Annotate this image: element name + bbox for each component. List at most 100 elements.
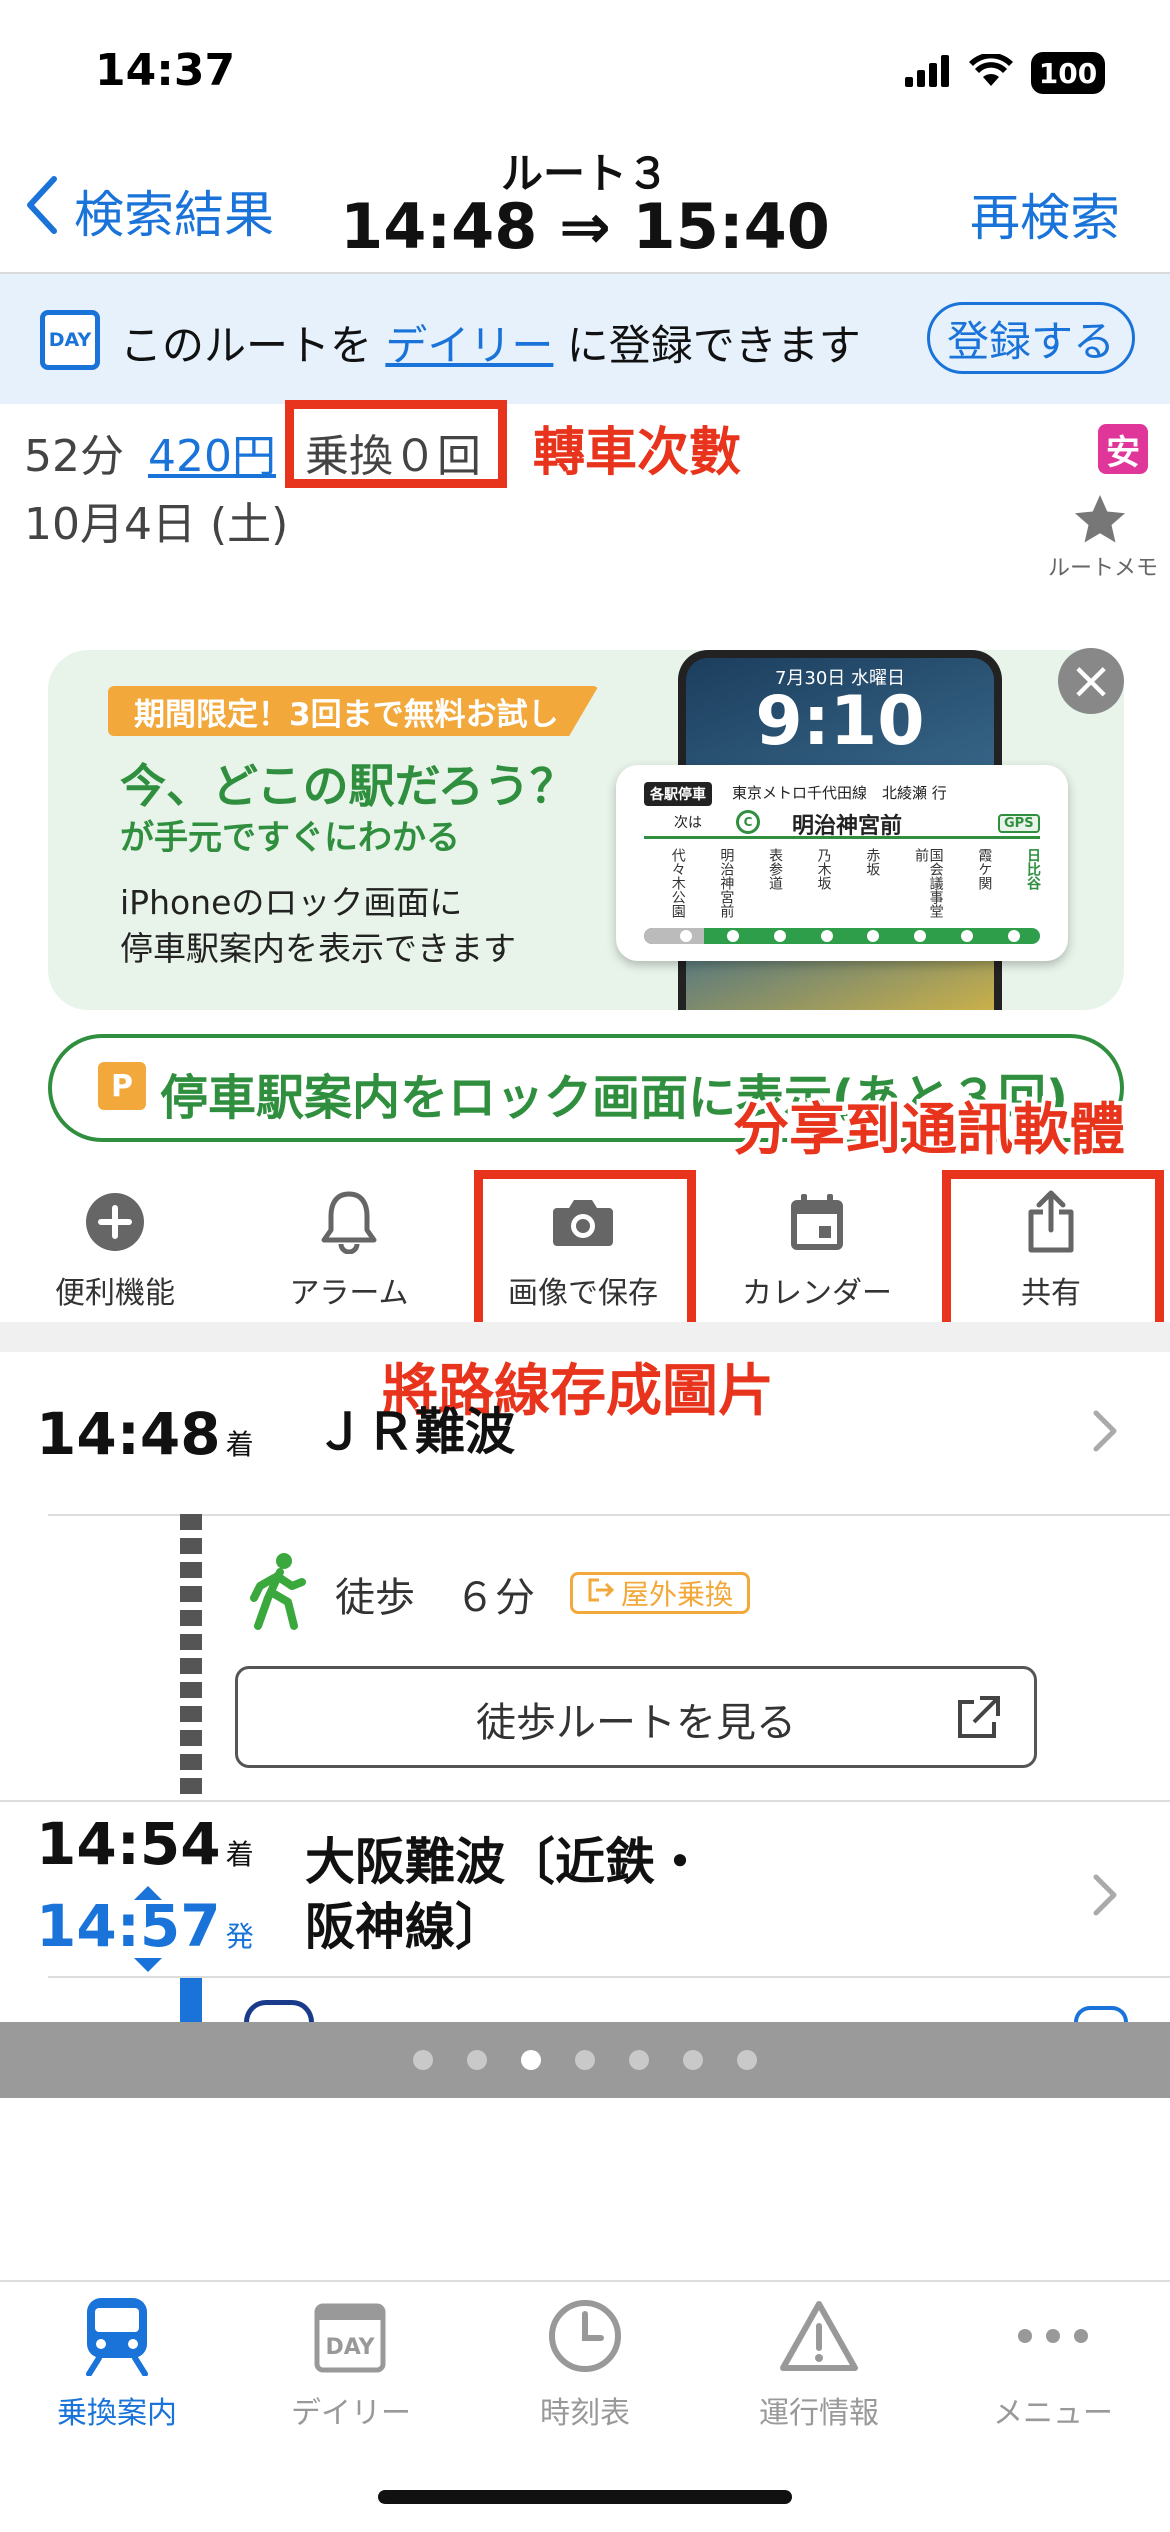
page-indicator (0, 2022, 1170, 2098)
page-dot[interactable] (683, 2050, 703, 2070)
action-label: アラーム (289, 1276, 409, 1311)
tab-label: 時刻表 (540, 2396, 630, 2431)
external-link-icon (954, 1694, 1002, 1746)
plus-circle-icon (83, 1190, 147, 1254)
walk-duration: 徒歩 ６分 (335, 1575, 535, 1621)
promo-tag: 期間限定！3回まで無料お試し (108, 686, 599, 736)
tab-service-info[interactable]: 運行情報 (702, 2296, 936, 2436)
walk-route-button-label: 徒歩ルートを見る (476, 1700, 796, 1746)
card-stop: 表参道 (767, 848, 783, 890)
clock-icon (545, 2296, 625, 2376)
route-stop-second[interactable]: 14:54 着 14:57 発 大阪難波〔近鉄・ 阪神線〕 (0, 1806, 1170, 1972)
back-label: 検索結果 (74, 186, 274, 244)
card-stop: 代々木公園 (669, 848, 686, 918)
research-button[interactable]: 再検索 (970, 178, 1120, 250)
card-gps: GPS (998, 814, 1040, 833)
alarm-button[interactable]: アラーム (234, 1190, 464, 1320)
departure-suffix: 発 (225, 1920, 254, 1953)
route-memo-label: ルートメモ (1048, 556, 1159, 581)
arrival-time: 14:54 (36, 1810, 221, 1878)
page-dot[interactable] (629, 2050, 649, 2070)
card-track-dots (680, 930, 1020, 942)
tab-transfer[interactable]: 乗換案内 (0, 2296, 234, 2436)
train-icon (77, 2296, 157, 2376)
calendar-button[interactable]: カレンダー (702, 1190, 932, 1320)
card-stops: 代々木公園 明治神宮前 表参道 乃木坂 赤坂 国会議事堂前 霞ケ関 日比谷 (669, 848, 1041, 918)
convenience-button[interactable]: 便利機能 (0, 1190, 230, 1320)
train-line-bar (180, 1978, 202, 2024)
route-fare-link[interactable]: 420円 (148, 420, 276, 484)
card-stop: 明治神宮前 (718, 848, 735, 918)
battery-icon: 100 (1031, 52, 1105, 94)
route-times: 14:48 ⇒ 15:40 (340, 190, 830, 263)
home-indicator (378, 2490, 792, 2504)
card-next-label: 次は (674, 815, 702, 831)
tab-timetable[interactable]: 時刻表 (468, 2296, 702, 2436)
walk-path-line (180, 1514, 202, 1794)
outdoor-transfer-badge: 屋外乗換 (570, 1572, 751, 1614)
safe-badge[interactable]: 安 (1098, 424, 1148, 474)
card-stop: 日比谷 (1024, 848, 1041, 890)
route-divider (48, 1976, 1170, 1978)
more-icon (1013, 2296, 1093, 2376)
station-name: ＪＲ難波 (315, 1403, 515, 1461)
page-dot[interactable] (575, 2050, 595, 2070)
route-divider (48, 1514, 1170, 1516)
register-button[interactable]: 登録する (927, 302, 1135, 374)
action-label: カレンダー (742, 1276, 892, 1311)
warning-icon (779, 2296, 859, 2376)
page-dot-active[interactable] (521, 2050, 541, 2070)
promo-headline: 今、どこの駅だろう？ (120, 759, 576, 813)
track-dot (773, 930, 786, 942)
route-duration: 52分 (24, 431, 124, 482)
tab-label: 運行情報 (759, 2396, 879, 2431)
back-button[interactable]: 検索結果 (24, 175, 274, 247)
tab-menu[interactable]: メニュー (936, 2296, 1170, 2436)
day-icon: DAY (40, 310, 100, 370)
time-adjust-icon[interactable] (130, 1884, 166, 1978)
tab-label: デイリー (291, 2396, 411, 2431)
next-circle-partial (1074, 2006, 1128, 2022)
annotation-share-text: 分享到通訊軟體 (729, 1094, 1129, 1167)
chevron-right-icon (1092, 1406, 1120, 1466)
signal-icon (905, 55, 951, 91)
tab-label: メニュー (993, 2396, 1113, 2431)
page-dot[interactable] (737, 2050, 757, 2070)
calendar-icon (785, 1190, 849, 1254)
parking-icon: P (98, 1062, 146, 1110)
daily-banner-text: このルートを デイリー に登録できます (120, 321, 861, 370)
phone-clock: 9:10 (755, 682, 925, 761)
annotation-share-box (942, 1170, 1164, 1334)
tab-label: 乗換案内 (57, 2396, 177, 2431)
star-icon[interactable] (1070, 490, 1130, 550)
daily-link[interactable]: デイリー (385, 321, 553, 370)
tab-daily[interactable]: DAY デイリー (234, 2296, 468, 2436)
annotation-transfers-box (285, 400, 507, 488)
chevron-left-icon (24, 175, 60, 247)
track-dot (867, 930, 880, 942)
close-icon[interactable]: × (1058, 648, 1124, 714)
line-symbol-icon: C (736, 810, 760, 834)
page-dot[interactable] (413, 2050, 433, 2070)
chevron-right-icon (1092, 1870, 1120, 1930)
route-stop-first[interactable]: 14:48 着 ＪＲ難波 (0, 1390, 1170, 1510)
annotation-transfers-text: 轉車次數 (533, 423, 742, 483)
card-divider (644, 836, 1040, 839)
card-stop: 霞ケ関 (976, 848, 993, 890)
annotation-save-image-box (474, 1170, 696, 1334)
card-stop: 乃木坂 (815, 848, 832, 890)
exit-icon (587, 1577, 615, 1610)
page-dot[interactable] (467, 2050, 487, 2070)
status-icons: 100 (905, 48, 1125, 98)
card-stop: 赤坂 (864, 848, 881, 876)
card-line: 東京メトロ千代田線 北綾瀬 行 (732, 784, 947, 802)
track-dot (914, 930, 927, 942)
card-train-type: 各駅停車 (644, 782, 712, 806)
track-dot (680, 930, 692, 942)
track-dot (1007, 930, 1020, 942)
track-dot (961, 930, 974, 942)
station-name: 大阪難波〔近鉄・ 阪神線〕 (305, 1833, 705, 1956)
arrival-time: 14:48 (36, 1400, 221, 1468)
wifi-icon (969, 52, 1013, 92)
track-dot (726, 930, 739, 942)
